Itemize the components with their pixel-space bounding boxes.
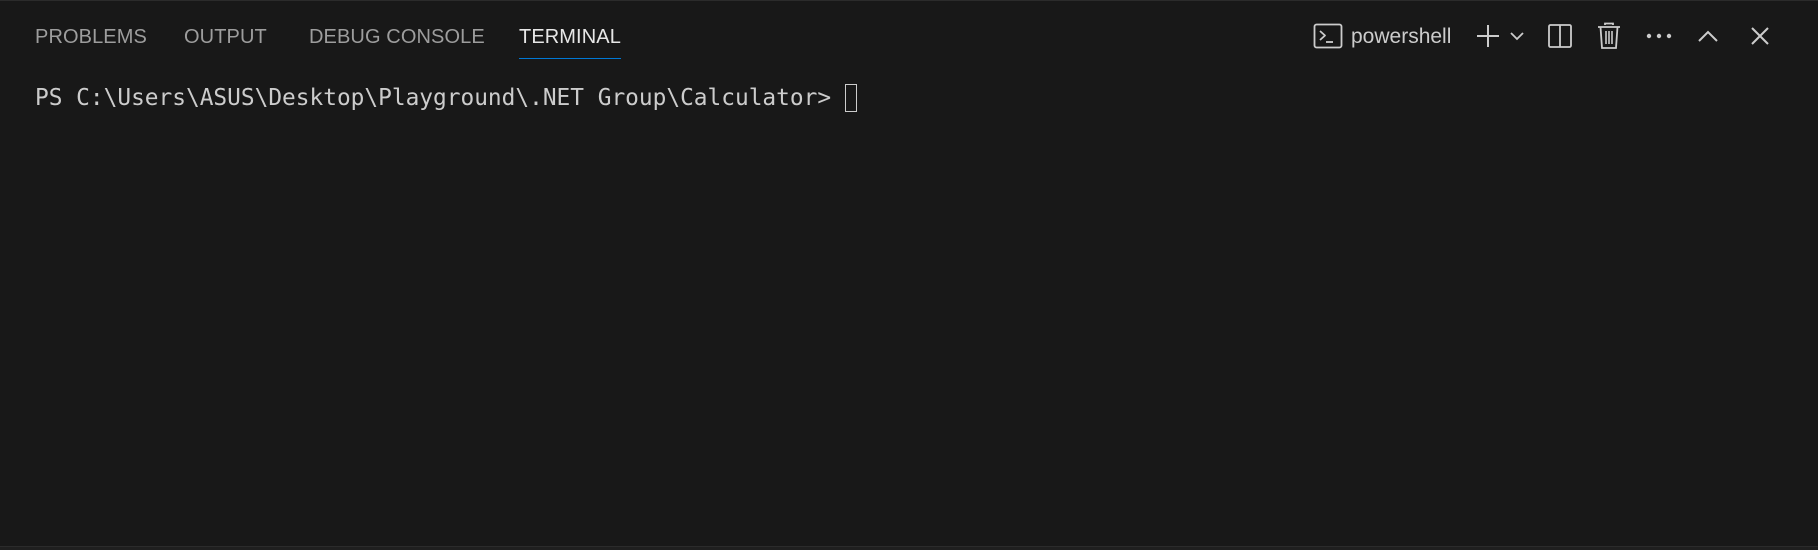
launch-profile-dropdown[interactable] <box>1506 14 1528 58</box>
split-icon <box>1547 23 1573 49</box>
maximize-panel-button[interactable] <box>1688 14 1728 58</box>
tab-terminal-label: TERMINAL <box>519 26 621 48</box>
terminal-cursor <box>845 84 858 112</box>
panel-actions: powershell <box>1298 14 1818 58</box>
chevron-down-icon <box>1509 30 1525 42</box>
terminal-output[interactable]: PS C:\Users\ASUS\Desktop\Playground\.NET… <box>0 62 1818 540</box>
new-terminal-button[interactable] <box>1470 14 1506 58</box>
trash-icon <box>1597 22 1621 50</box>
more-actions-button[interactable] <box>1639 14 1679 58</box>
prompt-line: PS C:\Users\ASUS\Desktop\Playground\.NET… <box>35 83 858 113</box>
split-terminal-button[interactable] <box>1540 14 1580 58</box>
tab-problems[interactable]: PROBLEMS <box>35 24 147 60</box>
tab-terminal[interactable]: TERMINAL <box>519 24 621 60</box>
terminal-icon <box>1313 23 1343 49</box>
chevron-up-icon <box>1697 29 1719 43</box>
prompt-text: PS C:\Users\ASUS\Desktop\Playground\.NET… <box>35 85 832 111</box>
terminal-panel: PROBLEMS OUTPUT DEBUG CONSOLE TERMINAL p… <box>0 0 1818 550</box>
active-tab-indicator <box>519 58 621 59</box>
panel-bottom-border <box>0 546 1818 550</box>
shell-label: powershell <box>1351 25 1452 48</box>
kill-terminal-button[interactable] <box>1589 14 1629 58</box>
panel-tab-bar: PROBLEMS OUTPUT DEBUG CONSOLE TERMINAL p… <box>0 0 1818 62</box>
tab-output[interactable]: OUTPUT <box>184 24 267 60</box>
add-icon <box>1475 23 1501 49</box>
close-icon <box>1750 26 1770 46</box>
close-panel-button[interactable] <box>1740 14 1780 58</box>
ellipsis-icon <box>1645 32 1673 40</box>
tab-debug-console[interactable]: DEBUG CONSOLE <box>309 24 485 60</box>
